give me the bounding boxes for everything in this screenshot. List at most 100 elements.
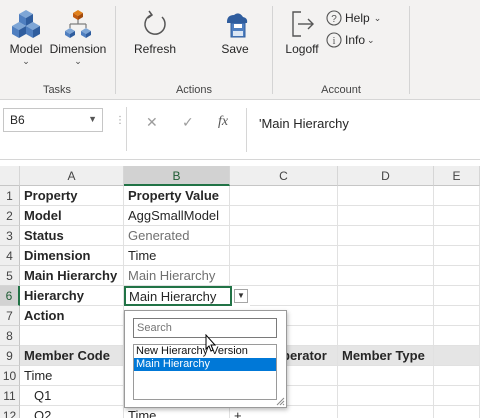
cell-a8[interactable]	[20, 326, 124, 346]
model-label: Model	[9, 42, 43, 56]
cell-a4[interactable]: Dimension	[20, 246, 124, 266]
cell-c3[interactable]	[230, 226, 338, 246]
model-cubes-icon	[12, 10, 40, 38]
cell-a6[interactable]: Hierarchy	[20, 286, 124, 306]
row-header-3[interactable]: 3	[0, 226, 20, 246]
resize-handle-icon[interactable]: ⋮	[115, 115, 126, 126]
svg-text:?: ?	[331, 14, 337, 25]
cell-d10[interactable]	[338, 366, 434, 386]
dimension-hierarchy-icon	[65, 10, 91, 38]
chevron-down-icon: ⌄	[373, 12, 382, 23]
cell-e3[interactable]	[434, 226, 480, 246]
account-group-label: Account	[321, 84, 361, 96]
cell-e7[interactable]	[434, 306, 480, 326]
cell-e5[interactable]	[434, 266, 480, 286]
cell-a9[interactable]: Member Code	[20, 346, 124, 366]
cell-d7[interactable]	[338, 306, 434, 326]
hierarchy-dropdown-popup: New Hierarchy Version Main Hierarchy	[124, 310, 287, 408]
info-button[interactable]: i Info ⌄	[326, 32, 375, 48]
column-header-e[interactable]: E	[434, 166, 480, 186]
cell-b3[interactable]: Generated	[124, 226, 230, 246]
formula-input[interactable]: 'Main Hierarchy	[246, 108, 480, 152]
row-header-8[interactable]: 8	[0, 326, 20, 346]
column-header-c[interactable]: C	[230, 166, 338, 186]
cell-d8[interactable]	[338, 326, 434, 346]
formula-divider	[126, 107, 127, 151]
cell-dropdown-button[interactable]: ▼	[234, 289, 248, 303]
chevron-down-icon[interactable]: ▼	[88, 114, 97, 124]
cell-c6[interactable]	[250, 286, 338, 306]
dropdown-option-main-hierarchy[interactable]: Main Hierarchy	[134, 358, 276, 371]
column-header-b[interactable]: B	[124, 166, 230, 186]
logoff-icon	[292, 11, 314, 37]
cell-d11[interactable]	[338, 386, 434, 406]
cell-e10[interactable]	[434, 366, 480, 386]
cell-a10[interactable]: Time	[20, 366, 124, 386]
cell-b2[interactable]: AggSmallModel	[124, 206, 230, 226]
help-button[interactable]: ? Help ⌄	[326, 10, 381, 26]
cell-c1[interactable]	[230, 186, 338, 206]
dropdown-option-list: New Hierarchy Version Main Hierarchy	[133, 344, 277, 400]
cell-a1[interactable]: Property	[20, 186, 124, 206]
cancel-icon[interactable]: ✕	[146, 114, 158, 131]
cell-a5[interactable]: Main Hierarchy	[20, 266, 124, 286]
cell-a3[interactable]: Status	[20, 226, 124, 246]
cell-e2[interactable]	[434, 206, 480, 226]
row-header-12[interactable]: 12	[0, 406, 20, 418]
cell-a12[interactable]: Q2	[20, 406, 124, 418]
cell-c2[interactable]	[230, 206, 338, 226]
cell-d2[interactable]	[338, 206, 434, 226]
cell-c5[interactable]	[230, 266, 338, 286]
cell-d9[interactable]: Member Type	[338, 346, 434, 366]
refresh-button[interactable]: Refresh	[130, 8, 180, 56]
cell-e12[interactable]	[434, 406, 480, 418]
row-header-9[interactable]: 9	[0, 346, 20, 366]
save-button[interactable]: Save	[214, 8, 256, 56]
cell-e11[interactable]	[434, 386, 480, 406]
row-header-6[interactable]: 6	[0, 286, 20, 306]
row-header-2[interactable]: 2	[0, 206, 20, 226]
cell-d3[interactable]	[338, 226, 434, 246]
select-all-corner[interactable]	[0, 166, 20, 186]
cell-d4[interactable]	[338, 246, 434, 266]
cell-d12[interactable]	[338, 406, 434, 418]
row-header-4[interactable]: 4	[0, 246, 20, 266]
column-header-d[interactable]: D	[338, 166, 434, 186]
cell-d6[interactable]	[338, 286, 434, 306]
cloud-save-icon	[227, 13, 248, 38]
cell-a2[interactable]: Model	[20, 206, 124, 226]
save-label: Save	[221, 42, 249, 56]
name-box-value: B6	[10, 113, 25, 127]
cell-b1[interactable]: Property Value	[124, 186, 230, 206]
function-icon[interactable]: fx	[218, 114, 228, 130]
cell-e9[interactable]	[434, 346, 480, 366]
logoff-button[interactable]: Logoff	[282, 8, 322, 56]
cell-e4[interactable]	[434, 246, 480, 266]
cell-e6[interactable]	[434, 286, 480, 306]
cell-d5[interactable]	[338, 266, 434, 286]
row-header-11[interactable]: 11	[0, 386, 20, 406]
formula-bar: B6 ▼ ⋮ ✕ ✓ fx 'Main Hierarchy	[0, 100, 480, 160]
cell-c4[interactable]	[230, 246, 338, 266]
cell-d1[interactable]	[338, 186, 434, 206]
ribbon-divider	[409, 6, 410, 94]
row-header-1[interactable]: 1	[0, 186, 20, 206]
row-header-5[interactable]: 5	[0, 266, 20, 286]
cell-e8[interactable]	[434, 326, 480, 346]
info-label: Info	[345, 33, 366, 47]
cell-b5[interactable]: Main Hierarchy	[124, 266, 230, 286]
dimension-button[interactable]: Dimension ⌄	[48, 8, 108, 66]
name-box[interactable]: B6 ▼	[3, 108, 103, 132]
cell-b6-active[interactable]: Main Hierarchy	[124, 286, 232, 306]
column-header-a[interactable]: A	[20, 166, 124, 186]
row-header-10[interactable]: 10	[0, 366, 20, 386]
row-header-7[interactable]: 7	[0, 306, 20, 326]
model-button[interactable]: Model ⌄	[6, 8, 46, 66]
resize-grip-icon[interactable]	[275, 396, 285, 406]
cell-a7[interactable]: Action	[20, 306, 124, 326]
cell-a11[interactable]: Q1	[20, 386, 124, 406]
cell-e1[interactable]	[434, 186, 480, 206]
cell-b4[interactable]: Time	[124, 246, 230, 266]
info-icon: i	[326, 32, 342, 48]
enter-check-icon[interactable]: ✓	[182, 114, 194, 131]
